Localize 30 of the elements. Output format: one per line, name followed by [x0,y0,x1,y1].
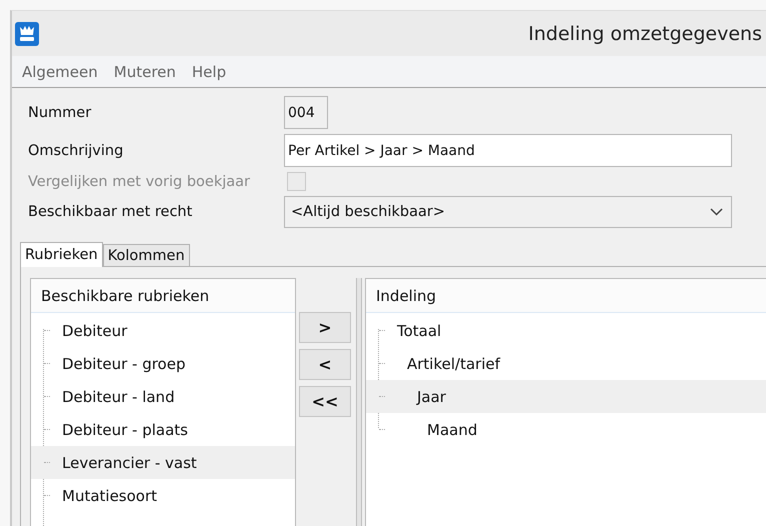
list-item[interactable]: Leverancier - vast [31,446,295,479]
list-item[interactable]: Mutatiesoort [31,479,295,512]
description-field[interactable]: Per Artikel > Jaar > Maand [284,134,732,167]
availability-dropdown[interactable]: <Altijd beschikbaar> [284,196,732,228]
menu-item[interactable]: Algemeen [22,62,98,80]
field-label: Omschrijving [28,142,124,158]
move-button[interactable]: < [299,349,351,380]
menu-item[interactable]: Help [192,62,226,80]
tree-item[interactable]: Maand [366,413,766,446]
list-item[interactable]: Debiteur - plaats [31,413,295,446]
tree-item[interactable]: Totaal [366,314,766,347]
chevron-down-icon [710,208,723,216]
number-field[interactable]: 004 [284,96,328,129]
list-item[interactable]: Debiteur - land [31,380,295,413]
list-item[interactable]: Debiteur - groep [31,347,295,380]
move-button[interactable]: > [299,312,351,343]
tree-item[interactable]: Artikel/tarief [366,347,766,380]
window-title: Indeling omzetgegevens [528,22,762,44]
menu-item[interactable]: Muteren [114,62,176,80]
list-header: Indeling [366,279,766,313]
field-label: Beschikbaar met recht [28,204,194,220]
field-label: Vergelijken met vorig boekjaar [28,174,251,190]
list-item[interactable]: Debiteur [31,314,295,347]
field-label: Nummer [28,104,92,120]
tab[interactable]: Kolommen [102,244,190,266]
move-button[interactable]: << [299,386,351,417]
tab[interactable]: Rubrieken [20,242,103,267]
app-logo-icon [15,22,39,46]
list-header: Beschikbare rubrieken [31,279,295,313]
tree-item[interactable]: Jaar [366,380,766,413]
